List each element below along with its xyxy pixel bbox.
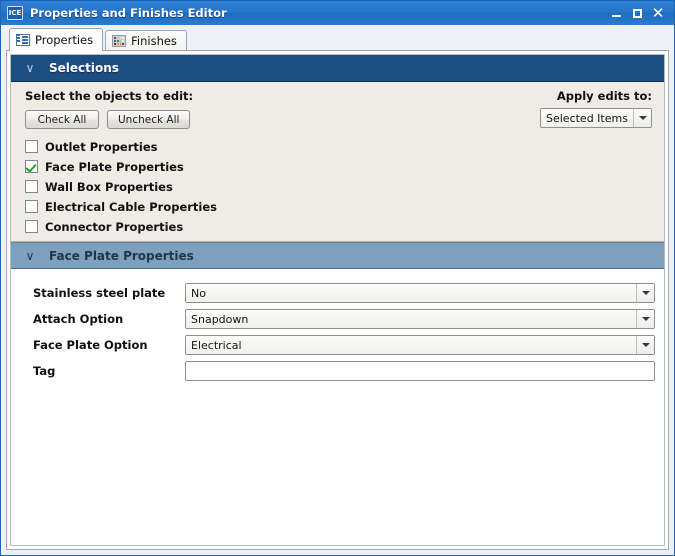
properties-scroll-region: ∨ Selections Select the objects to edit:… — [10, 54, 665, 546]
face-plate-properties-section-header[interactable]: ∨ Face Plate Properties — [11, 242, 664, 269]
tab-finishes[interactable]: Finishes — [105, 30, 187, 51]
apply-edits-to-value: Selected Items — [541, 109, 633, 127]
checkbox-row-outlet-properties[interactable]: Outlet Properties — [25, 139, 664, 154]
face-plate-properties-section-title: Face Plate Properties — [49, 248, 194, 263]
tab-properties[interactable]: Properties — [9, 28, 104, 51]
label-attach-option: Attach Option — [33, 312, 124, 326]
checkbox-electrical-cable-properties[interactable] — [25, 200, 38, 213]
maximize-button[interactable] — [627, 4, 647, 22]
control-stainless-steel-plate: No — [185, 283, 655, 303]
object-type-checkbox-list: Outlet Properties Face Plate Properties … — [11, 139, 664, 234]
label-face-plate-option: Face Plate Option — [33, 338, 148, 352]
checkbox-label-wall-box-properties: Wall Box Properties — [45, 179, 173, 194]
color-swatch-grid-icon — [112, 35, 127, 47]
chevron-down-icon — [636, 310, 654, 328]
form-row-face-plate-option: Face Plate Option Electrical — [11, 332, 664, 358]
list-icon — [16, 34, 30, 46]
checkbox-face-plate-properties[interactable] — [25, 160, 38, 173]
client-area: Properties Finishes ∨ Selections Select … — [1, 25, 674, 555]
tab-strip: Properties Finishes — [6, 28, 669, 51]
checkbox-outlet-properties[interactable] — [25, 140, 38, 153]
chevron-down-icon — [636, 336, 654, 354]
selections-section-title: Selections — [49, 61, 119, 75]
form-row-stainless-steel-plate: Stainless steel plate No — [11, 280, 664, 306]
label-stainless-steel-plate: Stainless steel plate — [33, 286, 166, 300]
minimize-icon — [611, 15, 621, 17]
selections-section-header[interactable]: ∨ Selections — [11, 55, 664, 82]
selections-left-group: Select the objects to edit: Check All Un… — [25, 89, 193, 129]
chevron-down-icon — [636, 284, 654, 302]
dropdown-stainless-steel-plate[interactable]: No — [185, 283, 655, 303]
form-row-tag: Tag — [11, 358, 664, 384]
close-icon: ✕ — [651, 3, 665, 22]
checkbox-row-connector-properties[interactable]: Connector Properties — [25, 219, 664, 234]
uncheck-all-button[interactable]: Uncheck All — [107, 110, 191, 129]
checkbox-row-wall-box-properties[interactable]: Wall Box Properties — [25, 179, 664, 194]
app-icon: ICE — [7, 6, 23, 20]
checkbox-label-face-plate-properties: Face Plate Properties — [45, 159, 184, 174]
control-face-plate-option: Electrical — [185, 335, 655, 355]
dropdown-value-stainless-steel-plate: No — [186, 284, 636, 302]
label-tag: Tag — [33, 364, 56, 378]
dropdown-value-face-plate-option: Electrical — [186, 336, 636, 354]
window-title: Properties and Finishes Editor — [30, 6, 227, 20]
selections-section-body: Select the objects to edit: Check All Un… — [11, 82, 664, 242]
check-buttons-row: Check All Uncheck All — [25, 110, 193, 129]
selections-top-row: Select the objects to edit: Check All Un… — [11, 89, 664, 129]
tag-input[interactable] — [185, 361, 655, 381]
properties-panel: ∨ Selections Select the objects to edit:… — [6, 50, 669, 550]
window-controls: ✕ — [606, 4, 668, 22]
apply-edits-group: Apply edits to: Selected Items — [540, 89, 652, 128]
minimize-button[interactable] — [606, 4, 626, 22]
checkbox-label-connector-properties: Connector Properties — [45, 219, 184, 234]
tab-finishes-label: Finishes — [131, 34, 177, 48]
close-button[interactable]: ✕ — [648, 4, 668, 22]
chevron-down-icon: ∨ — [25, 248, 35, 263]
form-row-attach-option: Attach Option Snapdown — [11, 306, 664, 332]
apply-edits-label: Apply edits to: — [556, 89, 652, 103]
check-all-button[interactable]: Check All — [25, 110, 99, 129]
control-attach-option: Snapdown — [185, 309, 655, 329]
dropdown-value-attach-option: Snapdown — [186, 310, 636, 328]
tab-properties-label: Properties — [35, 33, 94, 47]
dropdown-attach-option[interactable]: Snapdown — [185, 309, 655, 329]
checkbox-label-outlet-properties: Outlet Properties — [45, 139, 158, 154]
checkbox-row-face-plate-properties[interactable]: Face Plate Properties — [25, 159, 664, 174]
checkbox-connector-properties[interactable] — [25, 220, 38, 233]
dropdown-face-plate-option[interactable]: Electrical — [185, 335, 655, 355]
checkbox-label-electrical-cable-properties: Electrical Cable Properties — [45, 199, 218, 214]
checkbox-wall-box-properties[interactable] — [25, 180, 38, 193]
checkbox-row-electrical-cable-properties[interactable]: Electrical Cable Properties — [25, 199, 664, 214]
apply-edits-to-dropdown[interactable]: Selected Items — [540, 108, 652, 128]
maximize-icon — [632, 8, 642, 18]
select-objects-prompt: Select the objects to edit: — [25, 89, 194, 103]
title-bar: ICE Properties and Finishes Editor ✕ — [1, 1, 674, 25]
properties-and-finishes-editor-window: ICE Properties and Finishes Editor ✕ Pro… — [0, 0, 675, 556]
face-plate-properties-form: Stainless steel plate No Attach Option S… — [11, 269, 664, 384]
chevron-down-icon: ∨ — [25, 61, 35, 75]
chevron-down-icon — [633, 109, 651, 127]
control-tag — [185, 361, 655, 381]
